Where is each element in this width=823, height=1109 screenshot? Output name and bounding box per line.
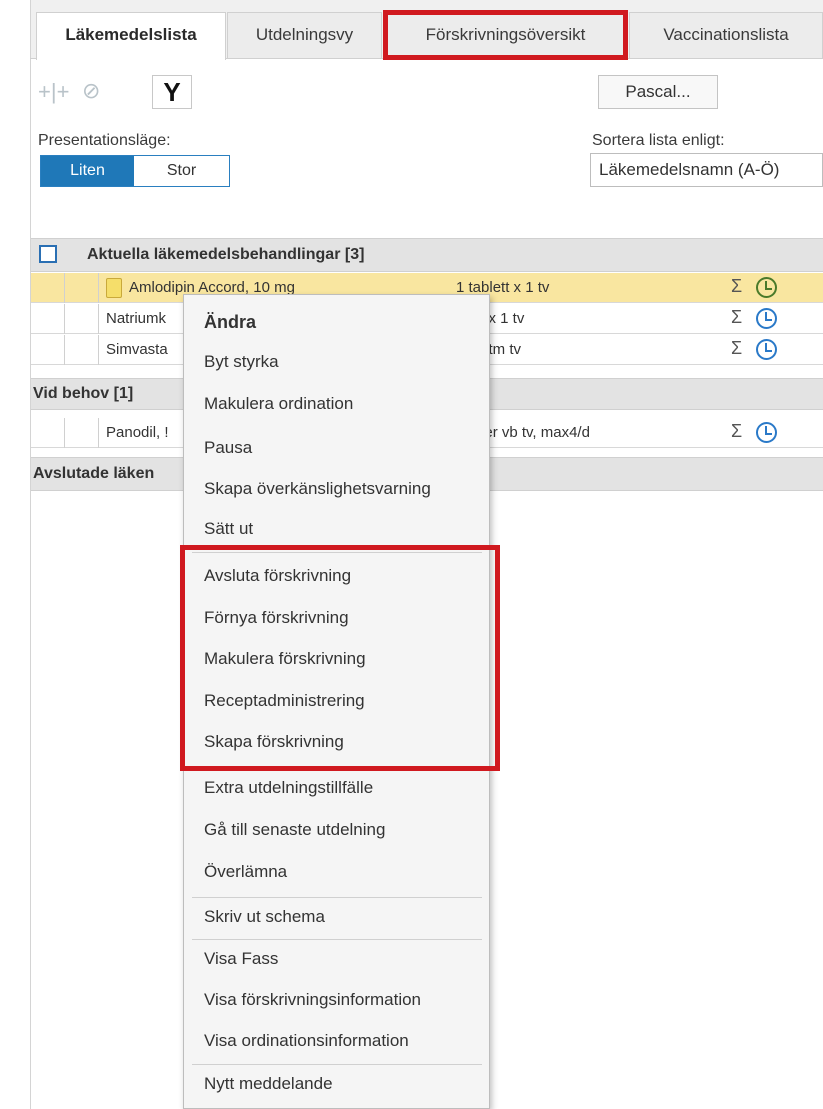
menu-item-skriv-ut-schema[interactable]: Skriv ut schema — [204, 907, 325, 927]
clock-icon[interactable] — [756, 339, 777, 360]
row-cell — [31, 273, 65, 303]
clock-icon[interactable] — [756, 277, 777, 298]
row-cell — [31, 335, 65, 365]
row-cell — [65, 418, 99, 448]
sum-icon[interactable]: Σ — [731, 276, 742, 297]
sort-dropdown[interactable]: Läkemedelsnamn (A-Ö) — [590, 153, 823, 187]
row-cell — [31, 304, 65, 334]
menu-item-pausa[interactable]: Pausa — [204, 438, 252, 458]
menu-item-nytt-meddelande[interactable]: Nytt meddelande — [204, 1074, 333, 1094]
row-cell — [65, 273, 99, 303]
menu-item-extra-utdelningstillfalle[interactable]: Extra utdelningstillfälle — [204, 778, 373, 798]
context-menu: Ändra Byt styrka Makulera ordination Pau… — [183, 294, 490, 1109]
menu-separator — [192, 897, 482, 898]
drug-name: Panodil, ! — [106, 424, 169, 441]
select-all-checkbox[interactable] — [39, 245, 57, 263]
menu-item-makulera-forskrivning[interactable]: Makulera förskrivning — [204, 649, 366, 669]
tab-lakemedelslista[interactable]: Läkemedelslista — [36, 12, 226, 60]
clock-icon[interactable] — [756, 308, 777, 329]
menu-item-visa-fass[interactable]: Visa Fass — [204, 949, 278, 969]
sum-icon[interactable]: Σ — [731, 307, 742, 328]
group-title: Aktuella läkemedelsbehandlingar [3] — [87, 246, 365, 263]
menu-item-visa-ordinationsinformation[interactable]: Visa ordinationsinformation — [204, 1031, 409, 1051]
menu-item-skapa-overkanslighetsvarning[interactable]: Skapa överkänslighetsvarning — [204, 479, 431, 499]
row-cell — [65, 335, 99, 365]
drug-name: Simvasta — [106, 341, 168, 358]
branch-icon[interactable]: Y — [152, 75, 192, 109]
toggle-small[interactable]: Liten — [41, 156, 134, 186]
group-header[interactable]: Aktuella läkemedelsbehandlingar [3] — [31, 238, 823, 272]
split-icon[interactable]: +|+ — [38, 79, 69, 105]
menu-item-avsluta-forskrivning[interactable]: Avsluta förskrivning — [204, 566, 351, 586]
row-cell — [31, 418, 65, 448]
menu-item-overlamna[interactable]: Överlämna — [204, 862, 287, 882]
user-button[interactable]: Pascal... — [598, 75, 718, 109]
menu-item-ga-till-senaste-utdelning[interactable]: Gå till senaste utdelning — [204, 820, 385, 840]
menu-item-fornya-forskrivning[interactable]: Förnya förskrivning — [204, 608, 349, 628]
row-cell — [65, 304, 99, 334]
tab-utdelningsvy[interactable]: Utdelningsvy — [227, 12, 382, 58]
group-title: Vid behov [1] — [33, 385, 134, 402]
menu-separator — [192, 1064, 482, 1065]
menu-separator — [192, 552, 482, 553]
tab-forskrivningsoversikt[interactable]: Förskrivningsöversikt — [383, 12, 628, 58]
menu-item-andra[interactable]: Ändra — [204, 312, 256, 333]
menu-item-visa-forskrivningsinformation[interactable]: Visa förskrivningsinformation — [204, 990, 421, 1010]
menu-item-skapa-forskrivning[interactable]: Skapa förskrivning — [204, 732, 344, 752]
group-title: Avslutade läken — [33, 465, 155, 482]
menu-item-receptadministrering[interactable]: Receptadministrering — [204, 691, 365, 711]
presentation-label: Presentationsläge: — [38, 132, 171, 149]
tab-vaccinationslista[interactable]: Vaccinationslista — [629, 12, 823, 58]
link-icon[interactable]: ⊘ — [82, 78, 100, 104]
clock-icon[interactable] — [756, 422, 777, 443]
menu-item-makulera-ordination[interactable]: Makulera ordination — [204, 394, 353, 414]
toggle-large[interactable]: Stor — [134, 156, 229, 186]
menu-item-satt-ut[interactable]: Sätt ut — [204, 519, 253, 539]
sort-label: Sortera lista enligt: — [592, 132, 725, 149]
sum-icon[interactable]: Σ — [731, 338, 742, 359]
note-icon — [106, 278, 122, 298]
menu-item-byt-styrka[interactable]: Byt styrka — [204, 352, 279, 372]
drug-name: Natriumk — [106, 310, 167, 327]
sum-icon[interactable]: Σ — [731, 421, 742, 442]
menu-separator — [192, 939, 482, 940]
presentation-toggle[interactable]: Liten Stor — [40, 155, 230, 187]
